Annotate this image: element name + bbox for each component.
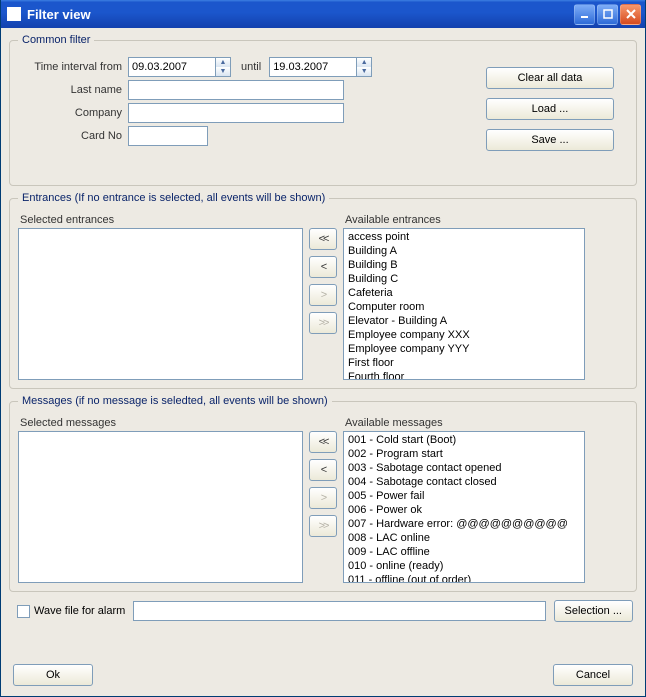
list-item[interactable]: Elevator - Building A (346, 314, 582, 328)
available-messages-caption: Available messages (345, 417, 585, 429)
bottom-button-row: Ok Cancel (13, 664, 633, 686)
list-item[interactable]: Building B (346, 258, 582, 272)
lastname-label: Last name (18, 84, 128, 96)
messages-group: Messages (if no message is seledted, all… (9, 395, 637, 592)
messages-move-right-button[interactable]: > (309, 487, 337, 509)
close-button[interactable] (620, 4, 641, 25)
common-filter-legend: Common filter (18, 34, 94, 46)
company-label: Company (18, 107, 128, 119)
save-button[interactable]: Save ... (486, 129, 614, 151)
entrances-move-all-left-button[interactable]: << (309, 228, 337, 250)
common-filter-group: Common filter Time interval from ▲ ▼ unt… (9, 34, 637, 186)
list-item[interactable]: Cafeteria (346, 286, 582, 300)
list-item[interactable]: 004 - Sabotage contact closed (346, 475, 582, 489)
list-item[interactable]: 005 - Power fail (346, 489, 582, 503)
ok-button[interactable]: Ok (13, 664, 93, 686)
date-to-spinner: ▲ ▼ (269, 57, 372, 77)
list-item[interactable]: 008 - LAC online (346, 531, 582, 545)
list-item[interactable]: 003 - Sabotage contact opened (346, 461, 582, 475)
wave-file-checkbox-wrap[interactable]: Wave file for alarm (17, 605, 125, 618)
load-button[interactable]: Load ... (486, 98, 614, 120)
cardno-label: Card No (18, 130, 128, 142)
available-entrances-list[interactable]: access pointBuilding ABuilding BBuilding… (343, 228, 585, 380)
app-icon (7, 7, 21, 21)
window-title: Filter view (27, 7, 91, 22)
list-item[interactable]: Employee company XXX (346, 328, 582, 342)
wave-selection-button[interactable]: Selection ... (554, 600, 633, 622)
selected-entrances-caption: Selected entrances (20, 214, 303, 226)
list-item[interactable]: Computer room (346, 300, 582, 314)
list-item[interactable]: access point (346, 230, 582, 244)
wave-file-row: Wave file for alarm Selection ... (17, 600, 633, 622)
list-item[interactable]: 007 - Hardware error: @@@@@@@@@@ (346, 517, 582, 531)
list-item[interactable]: 001 - Cold start (Boot) (346, 433, 582, 447)
list-item[interactable]: Employee company YYY (346, 342, 582, 356)
wave-file-label: Wave file for alarm (34, 605, 125, 617)
list-item[interactable]: 006 - Power ok (346, 503, 582, 517)
filter-view-window: Filter view Common filter Time interval … (0, 0, 646, 697)
selected-messages-caption: Selected messages (20, 417, 303, 429)
entrances-move-left-button[interactable]: < (309, 256, 337, 278)
available-entrances-caption: Available entrances (345, 214, 585, 226)
list-item[interactable]: 009 - LAC offline (346, 545, 582, 559)
wave-file-path-input[interactable] (133, 601, 545, 621)
maximize-button[interactable] (597, 4, 618, 25)
cancel-button[interactable]: Cancel (553, 664, 633, 686)
maximize-icon (602, 8, 614, 20)
date-from-down-button[interactable]: ▼ (216, 67, 230, 76)
selected-entrances-list[interactable] (18, 228, 303, 380)
messages-legend: Messages (if no message is seledted, all… (18, 395, 332, 407)
list-item[interactable]: Building A (346, 244, 582, 258)
list-item[interactable]: Fourth floor (346, 370, 582, 380)
messages-move-left-button[interactable]: < (309, 459, 337, 481)
clear-all-button[interactable]: Clear all data (486, 67, 614, 89)
cardno-input[interactable] (128, 126, 208, 146)
date-from-input[interactable] (128, 57, 216, 77)
list-item[interactable]: First floor (346, 356, 582, 370)
lastname-input[interactable] (128, 80, 344, 100)
list-item[interactable]: Building C (346, 272, 582, 286)
entrances-legend: Entrances (If no entrance is selected, a… (18, 192, 329, 204)
selected-messages-list[interactable] (18, 431, 303, 583)
date-from-spinner: ▲ ▼ (128, 57, 231, 77)
until-label: until (241, 61, 261, 73)
entrances-move-right-button[interactable]: > (309, 284, 337, 306)
date-to-up-button[interactable]: ▲ (357, 58, 371, 67)
date-to-input[interactable] (269, 57, 357, 77)
company-input[interactable] (128, 103, 344, 123)
wave-file-checkbox[interactable] (17, 605, 30, 618)
available-messages-list[interactable]: 001 - Cold start (Boot)002 - Program sta… (343, 431, 585, 583)
list-item[interactable]: 011 - offline (out of order) (346, 573, 582, 583)
close-icon (625, 8, 637, 20)
list-item[interactable]: 010 - online (ready) (346, 559, 582, 573)
client-area: Common filter Time interval from ▲ ▼ unt… (5, 28, 641, 692)
list-item[interactable]: 002 - Program start (346, 447, 582, 461)
time-interval-label: Time interval from (18, 61, 128, 73)
entrances-move-all-right-button[interactable]: >> (309, 312, 337, 334)
minimize-icon (579, 8, 591, 20)
messages-move-all-right-button[interactable]: >> (309, 515, 337, 537)
entrances-group: Entrances (If no entrance is selected, a… (9, 192, 637, 389)
date-from-up-button[interactable]: ▲ (216, 58, 230, 67)
minimize-button[interactable] (574, 4, 595, 25)
titlebar[interactable]: Filter view (1, 0, 645, 28)
date-to-down-button[interactable]: ▼ (357, 67, 371, 76)
messages-move-all-left-button[interactable]: << (309, 431, 337, 453)
